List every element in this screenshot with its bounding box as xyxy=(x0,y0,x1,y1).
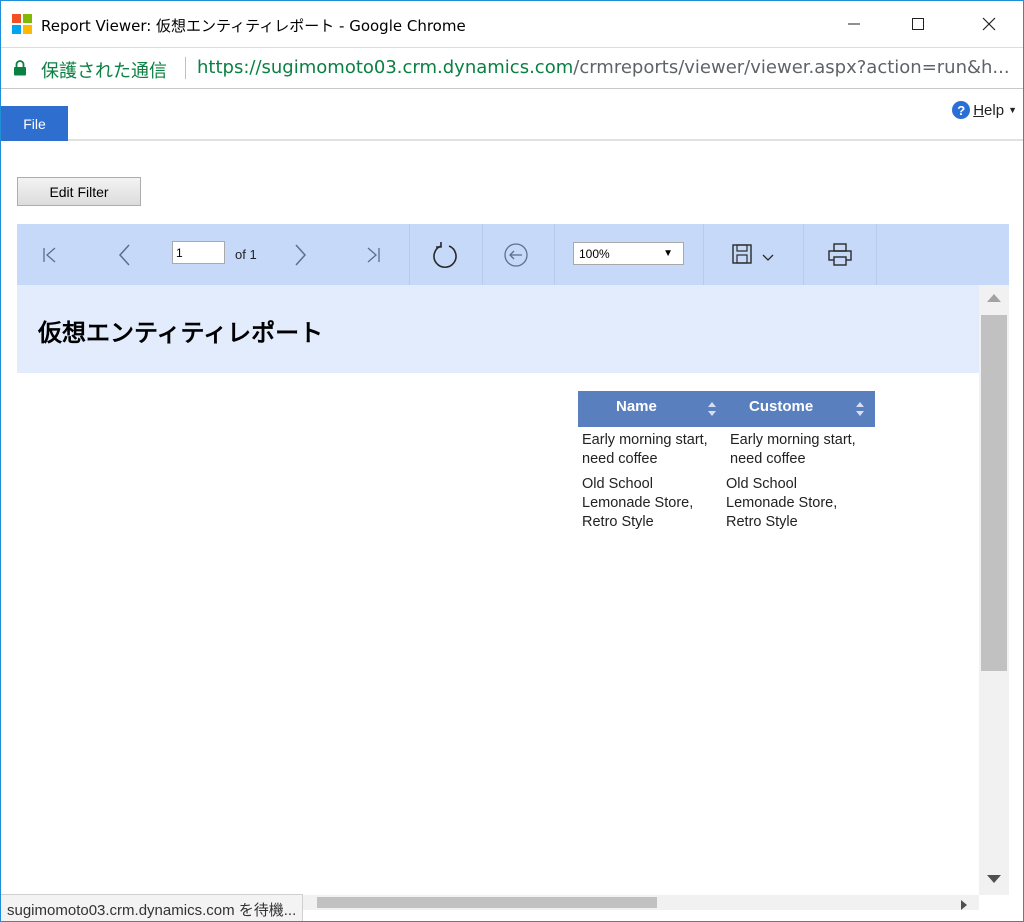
table-cell: Old School Lemonade Store, Retro Style xyxy=(726,476,838,530)
table-cell: Old School Lemonade Store, Retro Style xyxy=(582,476,694,530)
close-icon xyxy=(982,17,996,31)
scroll-right-arrow-icon[interactable] xyxy=(961,900,967,910)
previous-page-button[interactable] xyxy=(110,240,140,270)
first-page-icon xyxy=(43,247,56,263)
help-icon: ? xyxy=(952,101,971,119)
table-header: Name Custome xyxy=(578,391,875,427)
report-table: Name Custome Early morning start, need c… xyxy=(578,391,875,532)
page-count-label: of 1 xyxy=(235,247,257,262)
url-origin: https://sugimomoto03.crm.dynamics.com xyxy=(197,57,574,78)
back-arrow-icon xyxy=(504,243,528,267)
report-toolbar: 1 of 1 100% ▼ xyxy=(17,224,1009,285)
lock-icon xyxy=(14,60,26,76)
table-row: Old School Lemonade Store, Retro Style O… xyxy=(578,471,875,532)
address-bar[interactable]: 保護された通信 https://sugimomoto03.crm.dynamic… xyxy=(1,47,1023,89)
save-icon xyxy=(732,244,774,264)
vertical-scroll-thumb[interactable] xyxy=(981,315,1007,671)
toolbar-separator xyxy=(703,224,704,285)
close-button[interactable] xyxy=(966,1,1012,47)
print-button[interactable] xyxy=(825,240,855,270)
last-page-button[interactable] xyxy=(358,240,388,270)
help-menu[interactable]: ? Help ▼ xyxy=(952,101,1017,119)
report-title: 仮想エンティティレポート xyxy=(38,319,324,347)
help-label: Help xyxy=(973,101,1005,119)
url-text[interactable]: https://sugimomoto03.crm.dynamics.com/cr… xyxy=(197,57,1010,78)
horizontal-scroll-thumb[interactable] xyxy=(317,897,657,908)
last-page-icon xyxy=(367,247,380,263)
dropdown-arrow-icon: ▼ xyxy=(663,248,673,259)
sort-icon[interactable] xyxy=(856,401,864,417)
scroll-up-arrow-icon[interactable] xyxy=(987,294,1001,302)
vertical-scrollbar[interactable] xyxy=(979,285,1009,895)
microsoft-logo-icon xyxy=(12,14,32,34)
print-icon xyxy=(828,243,852,266)
title-bar: Report Viewer: 仮想エンティティレポート - Google Chr… xyxy=(1,1,1023,47)
app-ribbon: File ? Help ▼ xyxy=(1,89,1023,141)
refresh-button[interactable] xyxy=(430,240,460,270)
table-cell: Early morning start, need coffee xyxy=(582,432,708,467)
toolbar-separator xyxy=(554,224,555,285)
report-header: 仮想エンティティレポート xyxy=(17,285,979,373)
address-separator xyxy=(185,57,186,79)
chevron-right-icon xyxy=(295,244,307,266)
url-path: /crmreports/viewer/viewer.aspx?action=ru… xyxy=(573,57,1010,78)
report-canvas: 仮想エンティティレポート Name Custome Early morning … xyxy=(17,285,979,895)
minimize-button[interactable] xyxy=(831,1,877,47)
status-bubble: sugimomoto03.crm.dynamics.com を待機... xyxy=(1,894,304,921)
file-tab[interactable]: File xyxy=(1,106,68,141)
column-header-name[interactable]: Name xyxy=(578,391,726,427)
secure-connection-label[interactable]: 保護された通信 xyxy=(41,57,167,83)
chevron-down-icon: ▼ xyxy=(1008,105,1017,115)
scroll-down-arrow-icon[interactable] xyxy=(987,875,1001,883)
first-page-button[interactable] xyxy=(35,240,65,270)
toolbar-separator xyxy=(803,224,804,285)
refresh-icon xyxy=(433,242,457,268)
toolbar-separator xyxy=(409,224,410,285)
export-button[interactable] xyxy=(727,240,783,270)
column-header-label: Name xyxy=(616,398,657,415)
page-number-input[interactable]: 1 xyxy=(172,241,225,264)
chevron-left-icon xyxy=(118,244,130,266)
table-row: Early morning start, need coffee Early m… xyxy=(578,427,875,471)
sort-icon[interactable] xyxy=(708,401,716,417)
minimize-icon xyxy=(848,23,860,25)
zoom-select[interactable]: 100% ▼ xyxy=(573,242,684,265)
toolbar-separator xyxy=(482,224,483,285)
edit-filter-button[interactable]: Edit Filter xyxy=(17,177,141,206)
column-header-customer[interactable]: Custome xyxy=(726,391,874,427)
maximize-button[interactable] xyxy=(895,1,941,47)
toolbar-separator xyxy=(876,224,877,285)
zoom-value: 100% xyxy=(579,247,610,261)
table-cell: Early morning start, need coffee xyxy=(730,432,856,467)
back-to-parent-button[interactable] xyxy=(501,240,531,270)
column-header-label: Custome xyxy=(749,398,814,415)
window-title: Report Viewer: 仮想エンティティレポート - Google Chr… xyxy=(41,17,466,35)
browser-window: Report Viewer: 仮想エンティティレポート - Google Chr… xyxy=(0,0,1024,922)
next-page-button[interactable] xyxy=(285,240,315,270)
maximize-icon xyxy=(912,18,924,30)
